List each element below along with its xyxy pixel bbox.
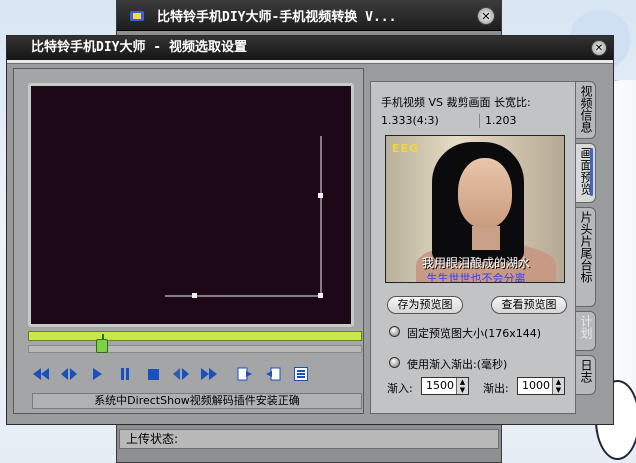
tab-schedule[interactable]: 计划 bbox=[576, 311, 596, 351]
pause-icon[interactable] bbox=[114, 363, 136, 385]
aspect-ratio-heading: 手机视频 VS 裁剪画面 长宽比: bbox=[381, 96, 531, 109]
decoder-status-text: 系统中DirectShow视频解码插件安装正确 bbox=[32, 393, 362, 409]
phone-ratio-value: 1.333(4:3) bbox=[381, 114, 439, 127]
tab-screen-preview[interactable]: 画面预览 bbox=[576, 143, 596, 203]
app-icon bbox=[130, 11, 144, 21]
tab-video-info[interactable]: 视频信息 bbox=[576, 81, 596, 139]
fixed-size-radio[interactable] bbox=[389, 326, 400, 337]
playback-controls bbox=[30, 363, 360, 385]
crop-handle-corner[interactable] bbox=[318, 293, 323, 298]
mark-out-icon[interactable] bbox=[262, 363, 284, 385]
fade-out-stepper[interactable]: 1000 ▲ ▼ bbox=[517, 377, 565, 395]
upload-status-label: 上传状态: bbox=[119, 429, 499, 449]
tab-label: 计划 bbox=[579, 315, 593, 339]
preview-subtitle: 我用眼泪酿成的湖水 bbox=[421, 256, 530, 270]
tab-intro-outro-logo[interactable]: 片头片尾台标 bbox=[576, 207, 596, 307]
video-canvas[interactable] bbox=[28, 83, 354, 327]
tab-label: 日志 bbox=[579, 359, 593, 383]
fade-out-label: 渐出: bbox=[483, 382, 509, 395]
fast-forward-icon[interactable] bbox=[198, 363, 220, 385]
preview-logo: EEG bbox=[392, 142, 420, 155]
fade-in-stepper[interactable]: 1500 ▲ ▼ bbox=[421, 377, 469, 395]
titlebar-divider bbox=[7, 60, 613, 64]
fade-in-spin-icon[interactable]: ▲ ▼ bbox=[456, 378, 468, 394]
crop-selection-overlay[interactable] bbox=[31, 86, 351, 324]
fade-out-value: 1000 bbox=[522, 379, 550, 392]
close-icon[interactable]: ✕ bbox=[591, 40, 607, 56]
crop-ratio-value: 1.203 bbox=[485, 114, 517, 127]
preview-settings-panel: 手机视频 VS 裁剪画面 长宽比: 1.333(4:3) 1.203 EEG 我… bbox=[370, 81, 576, 414]
background-window-title: 比特铃手机DIY大师-手机视频转换 V... bbox=[157, 10, 397, 25]
save-preview-button[interactable]: 存为预览图 bbox=[387, 296, 463, 314]
fade-in-label: 渐入: bbox=[387, 382, 413, 395]
crop-handle-bottom[interactable] bbox=[192, 293, 197, 298]
rewind-icon[interactable] bbox=[30, 363, 52, 385]
fade-in-value: 1500 bbox=[426, 379, 454, 392]
preview-subtitle-secondary: 生生世世也不会分离 bbox=[426, 272, 526, 283]
view-preview-button[interactable]: 查看预览图 bbox=[491, 296, 567, 314]
seek-track[interactable] bbox=[28, 345, 362, 353]
side-tabs: 视频信息 画面预览 片头片尾台标 计划 日志 bbox=[576, 81, 596, 414]
preview-image: EEG 我用眼泪酿成的湖水 生生世世也不会分离 bbox=[385, 135, 565, 283]
list-icon[interactable] bbox=[290, 363, 312, 385]
tab-label: 片头片尾台标 bbox=[579, 211, 593, 283]
active-tab-indicator bbox=[590, 148, 593, 196]
ratio-divider bbox=[479, 114, 480, 128]
seek-thumb[interactable] bbox=[96, 339, 108, 353]
fade-label: 使用渐入渐出:(毫秒) bbox=[407, 358, 508, 371]
tab-log[interactable]: 日志 bbox=[576, 355, 596, 395]
crop-handle-right[interactable] bbox=[318, 193, 323, 198]
background-window-close-icon[interactable]: ✕ bbox=[477, 7, 495, 25]
background-window-titlebar[interactable]: 比特铃手机DIY大师-手机视频转换 V... bbox=[117, 1, 501, 31]
step-forward-icon[interactable] bbox=[170, 363, 192, 385]
video-player-panel: 系统中DirectShow视频解码插件安装正确 bbox=[13, 68, 364, 414]
preview-figure bbox=[472, 226, 500, 250]
fade-radio[interactable] bbox=[389, 357, 400, 368]
play-icon[interactable] bbox=[86, 363, 108, 385]
stop-icon[interactable] bbox=[142, 363, 164, 385]
aspect-ratio-values: 1.333(4:3) 1.203 bbox=[381, 114, 571, 128]
video-selection-settings-window: 比特铃手机DIY大师 - 视频选取设置 ✕ 系统中DirectShow视频解码插… bbox=[6, 35, 614, 425]
selection-range-bar[interactable] bbox=[28, 331, 362, 341]
tab-label: 视频信息 bbox=[579, 85, 593, 133]
mark-in-icon[interactable] bbox=[234, 363, 256, 385]
fixed-size-label: 固定预览图大小(176x144) bbox=[407, 327, 542, 340]
window-title[interactable]: 比特铃手机DIY大师 - 视频选取设置 bbox=[7, 36, 613, 60]
preview-figure bbox=[458, 158, 512, 228]
step-back-icon[interactable] bbox=[58, 363, 80, 385]
fade-out-spin-icon[interactable]: ▲ ▼ bbox=[552, 378, 564, 394]
